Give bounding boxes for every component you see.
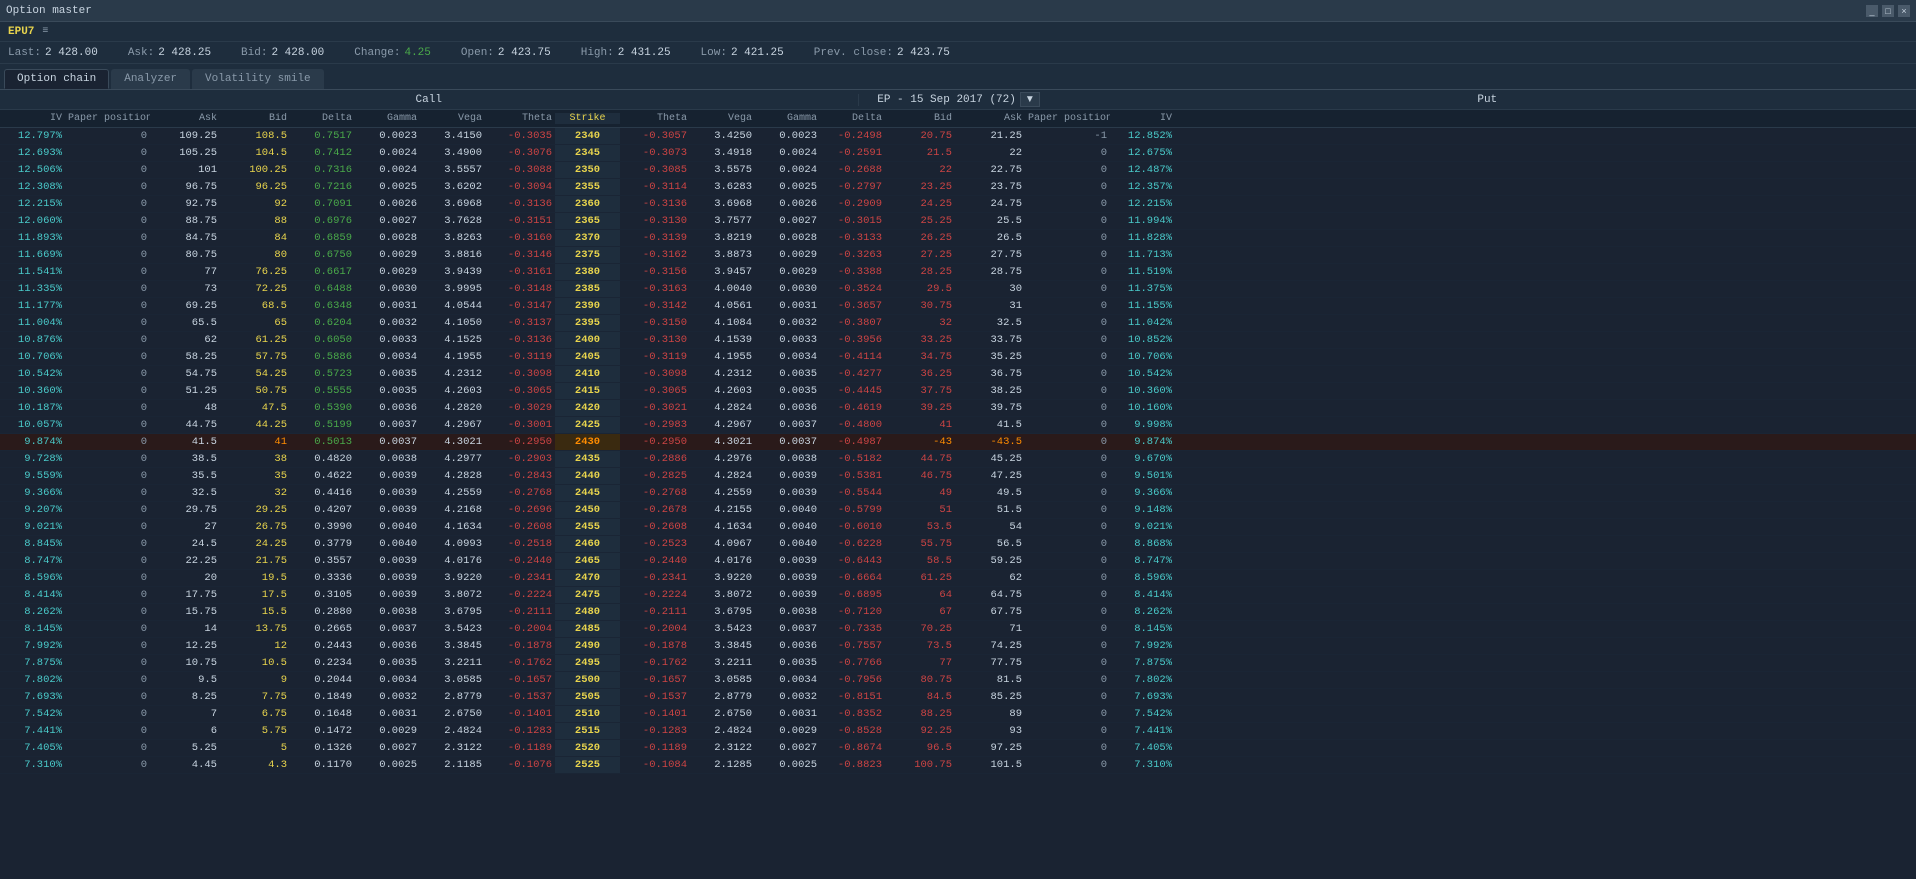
call-section-label: Call <box>0 94 859 106</box>
table-row[interactable]: 7.875%010.7510.50.22340.00353.2211-0.176… <box>0 655 1916 672</box>
put-section-label: Put <box>1059 94 1916 106</box>
col-header-delta-put: Delta <box>820 113 885 124</box>
col-header-ask-call: Ask <box>150 113 220 124</box>
prev-close: Prev. close: 2 423.75 <box>814 47 950 59</box>
title-bar: Option master _ □ × <box>0 0 1916 22</box>
table-row[interactable]: 12.693%0105.25104.50.74120.00243.4900-0.… <box>0 145 1916 162</box>
table-body: 12.797%0109.25108.50.75170.00233.4150-0.… <box>0 128 1916 879</box>
col-header-bid-put: Bid <box>885 113 955 124</box>
table-row[interactable]: 10.187%04847.50.53900.00364.2820-0.30292… <box>0 400 1916 417</box>
table-row[interactable]: 8.845%024.524.250.37790.00404.0993-0.251… <box>0 536 1916 553</box>
tab-bar: Option chain Analyzer Volatility smile <box>0 64 1916 90</box>
app-title: Option master <box>6 5 92 17</box>
col-header-delta-call: Delta <box>290 113 355 124</box>
table-row[interactable]: 10.706%058.2557.750.58860.00344.1955-0.3… <box>0 349 1916 366</box>
col-header-iv-put: IV <box>1110 113 1175 124</box>
col-header-vega-put: Vega <box>690 113 755 124</box>
table-row[interactable]: 9.874%041.5410.50130.00374.3021-0.295024… <box>0 434 1916 451</box>
table-row[interactable]: 10.360%051.2550.750.55550.00354.2603-0.3… <box>0 383 1916 400</box>
table-row[interactable]: 12.506%0101100.250.73160.00243.5557-0.30… <box>0 162 1916 179</box>
table-row[interactable]: 9.021%02726.750.39900.00404.1634-0.26082… <box>0 519 1916 536</box>
maximize-button[interactable]: □ <box>1882 5 1894 17</box>
low-price: Low: 2 421.25 <box>701 47 784 59</box>
table-row[interactable]: 7.802%09.590.20440.00343.0585-0.16572500… <box>0 672 1916 689</box>
table-row[interactable]: 12.797%0109.25108.50.75170.00233.4150-0.… <box>0 128 1916 145</box>
chain-container: Call EP - 15 Sep 2017 (72) ▼ Put IV Pape… <box>0 90 1916 879</box>
table-row[interactable]: 11.004%065.5650.62040.00324.1050-0.31372… <box>0 315 1916 332</box>
table-row[interactable]: 8.747%022.2521.750.35570.00394.0176-0.24… <box>0 553 1916 570</box>
col-header-vega-call: Vega <box>420 113 485 124</box>
col-header-ask-put: Ask <box>955 113 1025 124</box>
table-row[interactable]: 12.215%092.75920.70910.00263.6968-0.3136… <box>0 196 1916 213</box>
change: Change: 4.25 <box>354 47 431 59</box>
table-row[interactable]: 10.542%054.7554.250.57230.00354.2312-0.3… <box>0 366 1916 383</box>
tab-analyzer[interactable]: Analyzer <box>111 69 190 89</box>
last-price: Last: 2 428.00 <box>8 47 98 59</box>
col-header-theta-put: Theta <box>620 113 690 124</box>
table-row[interactable]: 7.310%04.454.30.11700.00252.1185-0.10762… <box>0 757 1916 774</box>
ask-price: Ask: 2 428.25 <box>128 47 211 59</box>
col-header-gamma-put: Gamma <box>755 113 820 124</box>
close-button[interactable]: × <box>1898 5 1910 17</box>
table-row[interactable]: 12.308%096.7596.250.72160.00253.6202-0.3… <box>0 179 1916 196</box>
col-header-pp-call: Paper position <box>65 113 150 124</box>
table-row[interactable]: 11.335%07372.250.64880.00303.9995-0.3148… <box>0 281 1916 298</box>
table-row[interactable]: 12.060%088.75880.69760.00273.7628-0.3151… <box>0 213 1916 230</box>
table-row[interactable]: 7.441%065.750.14720.00292.4824-0.1283251… <box>0 723 1916 740</box>
table-row[interactable]: 7.542%076.750.16480.00312.6750-0.1401251… <box>0 706 1916 723</box>
column-headers: IV Paper position Ask Bid Delta Gamma Ve… <box>0 110 1916 128</box>
expiry-dropdown-button[interactable]: ▼ <box>1020 92 1040 107</box>
table-row[interactable]: 11.177%069.2568.50.63480.00314.0544-0.31… <box>0 298 1916 315</box>
tab-option-chain[interactable]: Option chain <box>4 69 109 89</box>
table-row[interactable]: 11.669%080.75800.67500.00293.8816-0.3146… <box>0 247 1916 264</box>
table-row[interactable]: 11.541%07776.250.66170.00293.9439-0.3161… <box>0 264 1916 281</box>
table-row[interactable]: 8.262%015.7515.50.28800.00383.6795-0.211… <box>0 604 1916 621</box>
table-row[interactable]: 11.893%084.75840.68590.00283.8263-0.3160… <box>0 230 1916 247</box>
col-header-iv-call: IV <box>0 113 65 124</box>
table-row[interactable]: 9.728%038.5380.48200.00384.2977-0.290324… <box>0 451 1916 468</box>
table-row[interactable]: 9.207%029.7529.250.42070.00394.2168-0.26… <box>0 502 1916 519</box>
table-row[interactable]: 9.559%035.5350.46220.00394.2828-0.284324… <box>0 468 1916 485</box>
table-row[interactable]: 7.992%012.25120.24430.00363.3845-0.18782… <box>0 638 1916 655</box>
table-row[interactable]: 8.596%02019.50.33360.00393.9220-0.234124… <box>0 570 1916 587</box>
expiry-label: EP - 15 Sep 2017 (72) <box>877 94 1016 106</box>
menu-icon[interactable]: ≡ <box>42 26 48 37</box>
table-row[interactable]: 9.366%032.5320.44160.00394.2559-0.276824… <box>0 485 1916 502</box>
col-header-gamma-call: Gamma <box>355 113 420 124</box>
instrument-name: EPU7 <box>8 26 34 38</box>
col-header-pp-put: Paper position <box>1025 113 1110 124</box>
open-price: Open: 2 423.75 <box>461 47 551 59</box>
table-row[interactable]: 10.057%044.7544.250.51990.00374.2967-0.3… <box>0 417 1916 434</box>
window-controls[interactable]: _ □ × <box>1866 5 1910 17</box>
high-price: High: 2 431.25 <box>581 47 671 59</box>
table-row[interactable]: 8.145%01413.750.26650.00373.5423-0.20042… <box>0 621 1916 638</box>
price-bar: Last: 2 428.00 Ask: 2 428.25 Bid: 2 428.… <box>0 42 1916 64</box>
table-row[interactable]: 7.693%08.257.750.18490.00322.8779-0.1537… <box>0 689 1916 706</box>
tab-volatility-smile[interactable]: Volatility smile <box>192 69 324 89</box>
table-row[interactable]: 7.405%05.2550.13260.00272.3122-0.1189252… <box>0 740 1916 757</box>
table-row[interactable]: 8.414%017.7517.50.31050.00393.8072-0.222… <box>0 587 1916 604</box>
bid-price: Bid: 2 428.00 <box>241 47 324 59</box>
col-header-bid-call: Bid <box>220 113 290 124</box>
col-header-theta-call: Theta <box>485 113 555 124</box>
chain-section-header: Call EP - 15 Sep 2017 (72) ▼ Put <box>0 90 1916 110</box>
minimize-button[interactable]: _ <box>1866 5 1878 17</box>
table-row[interactable]: 10.876%06261.250.60500.00334.1525-0.3136… <box>0 332 1916 349</box>
col-header-strike: Strike <box>555 113 620 124</box>
expiry-selector[interactable]: EP - 15 Sep 2017 (72) ▼ <box>859 92 1059 107</box>
instrument-bar: EPU7 ≡ <box>0 22 1916 42</box>
